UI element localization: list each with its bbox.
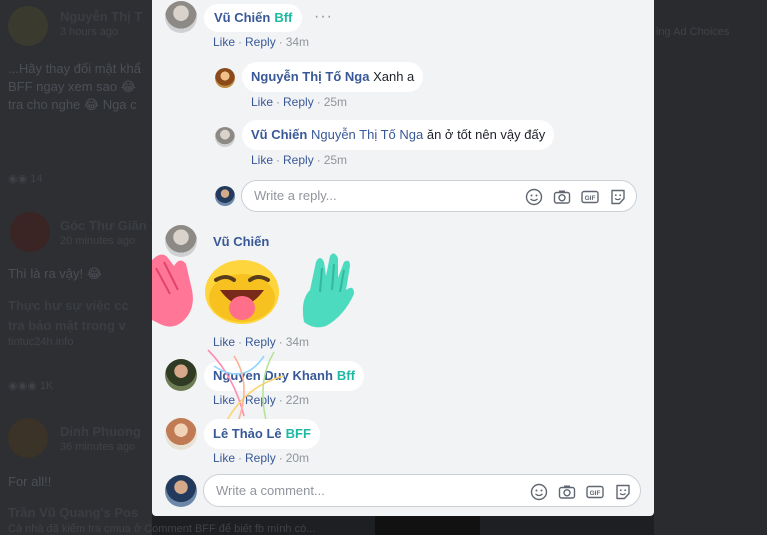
comments-panel: Vũ Chiến Bff ··· Like · Reply · 34m Nguyễn Th… bbox=[152, 0, 654, 516]
avatar bbox=[165, 475, 197, 507]
ad-choices-link: ing Ad Choices bbox=[656, 26, 730, 38]
feed-avatar bbox=[10, 212, 50, 252]
more-options-icon[interactable]: ··· bbox=[314, 8, 333, 26]
feed-reaction-count: ◉◉ 14 bbox=[8, 173, 43, 185]
feed-post-text: ...Hãy thay đổi mật khẩ bbox=[8, 61, 141, 76]
avatar[interactable] bbox=[165, 418, 197, 450]
comment-input[interactable] bbox=[216, 483, 446, 498]
gif-icon[interactable]: GIF bbox=[581, 188, 599, 206]
gif-icon[interactable]: GIF bbox=[586, 483, 604, 501]
reply-actions: Like · Reply · 25m bbox=[251, 153, 348, 167]
comment-box: GIF bbox=[203, 474, 641, 507]
bff-badge: BFF bbox=[285, 426, 311, 441]
reply-actions: Like · Reply · 25m bbox=[251, 95, 348, 109]
avatar[interactable] bbox=[215, 68, 235, 88]
feed-post-time: 36 minutes ago bbox=[60, 441, 136, 453]
reply-input[interactable] bbox=[254, 188, 484, 203]
reply-time[interactable]: 25m bbox=[324, 153, 347, 167]
reply-author[interactable]: Nguyễn Thị Tố Nga bbox=[251, 69, 369, 84]
reply-time[interactable]: 25m bbox=[324, 95, 347, 109]
feed-avatar bbox=[8, 6, 48, 46]
reply-box: GIF bbox=[241, 180, 637, 212]
comment-bubble: Vũ Chiến Bff bbox=[204, 4, 303, 32]
feed-post-time: 20 minutes ago bbox=[60, 235, 136, 247]
feed-post-author: Dinh Phuong bbox=[60, 424, 141, 439]
feed-post-text: BFF ngay xem sao 😂 bbox=[8, 79, 136, 94]
reply-author[interactable]: Vũ Chiến bbox=[251, 127, 307, 142]
reply-text: Xanh a bbox=[373, 69, 415, 84]
reply-link[interactable]: Reply bbox=[245, 35, 276, 49]
reply-link[interactable]: Reply bbox=[283, 153, 314, 167]
feed-shared-post-title: Trần Vũ Quang's Pos bbox=[8, 505, 139, 520]
reply-link[interactable]: Reply bbox=[245, 451, 276, 465]
comment-time[interactable]: 20m bbox=[286, 451, 309, 465]
feed-post-author: Góc Thư Giãn bbox=[60, 218, 147, 233]
sticker-icon[interactable] bbox=[609, 188, 627, 206]
reply-text: ăn ở tốt nên vậy đấy bbox=[426, 127, 546, 142]
reply-bubble: Nguyễn Thị Tố Nga Xanh a bbox=[242, 62, 424, 92]
mention-link[interactable]: Nguyễn Thị Tố Nga bbox=[311, 127, 423, 142]
comment-time[interactable]: 34m bbox=[286, 35, 309, 49]
feed-shared-post-text: Cả nhà đã kiểm tra cmua ở Comment BFF để… bbox=[8, 523, 316, 535]
feed-post-time: 3 hours ago bbox=[60, 26, 119, 38]
camera-icon[interactable] bbox=[553, 188, 571, 206]
feed-post-headline: tra bảo mật trong v bbox=[8, 318, 126, 333]
sticker-hand-right bbox=[302, 253, 354, 328]
svg-text:GIF: GIF bbox=[585, 195, 596, 202]
feed-post-source: tintuc24h.info bbox=[8, 336, 74, 348]
comment-bubble: Lê Thảo Lê BFF bbox=[204, 419, 320, 449]
avatar[interactable] bbox=[165, 359, 197, 391]
comment-actions: Like · Reply · 20m bbox=[213, 451, 310, 465]
comment-actions: Like · Reply · 34m bbox=[213, 35, 310, 49]
svg-text:GIF: GIF bbox=[590, 490, 601, 497]
feed-image bbox=[375, 515, 480, 535]
sticker-icon[interactable] bbox=[614, 483, 632, 501]
emoji-icon[interactable] bbox=[530, 483, 548, 501]
feed-reaction-count: ◉◉◉ 1K bbox=[8, 380, 54, 392]
bff-badge: Bff bbox=[336, 368, 355, 383]
feed-post-text: tra cho nghe 😂 Nga c bbox=[8, 97, 137, 112]
feed-post-author: Nguyễn Thị T bbox=[60, 9, 143, 24]
feed-right-column bbox=[654, 0, 767, 535]
feed-post-text: Thì là ra vậy! 😂 bbox=[8, 266, 102, 281]
avatar bbox=[215, 186, 235, 206]
feed-avatar bbox=[8, 418, 48, 458]
like-link[interactable]: Like bbox=[251, 95, 273, 109]
reply-link[interactable]: Reply bbox=[283, 95, 314, 109]
comment-author[interactable]: Lê Thảo Lê bbox=[213, 426, 282, 441]
comment-author[interactable]: Vũ Chiến bbox=[214, 10, 270, 25]
comment-author[interactable]: Vũ Chiến bbox=[213, 234, 269, 249]
feed-post-headline: Thực hư sự việc cc bbox=[8, 298, 129, 313]
avatar[interactable] bbox=[215, 127, 235, 147]
avatar[interactable] bbox=[165, 1, 197, 33]
reply-bubble: Vũ Chiến Nguyễn Thị Tố Nga ăn ở tốt nên … bbox=[242, 120, 555, 150]
bff-badge: Bff bbox=[274, 10, 293, 25]
like-link[interactable]: Like bbox=[213, 35, 235, 49]
like-link[interactable]: Like bbox=[251, 153, 273, 167]
like-link[interactable]: Like bbox=[213, 451, 235, 465]
feed-post-text: For all!! bbox=[8, 474, 52, 489]
emoji-icon[interactable] bbox=[525, 188, 543, 206]
camera-icon[interactable] bbox=[558, 483, 576, 501]
